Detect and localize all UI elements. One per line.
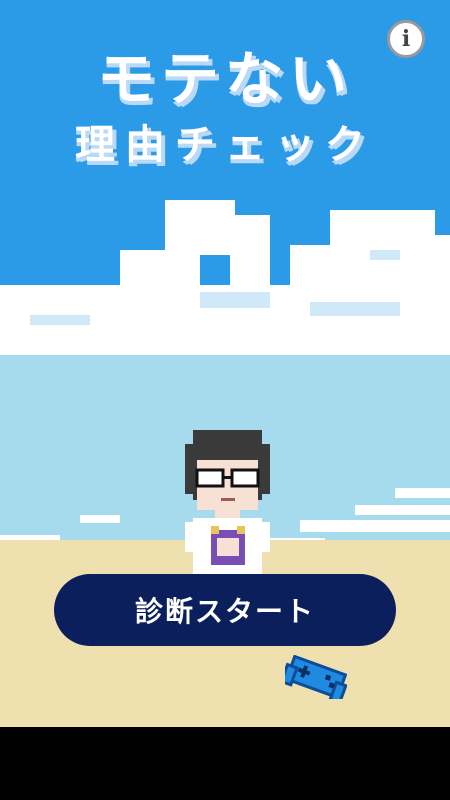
title-line2: 理由チェック [75, 122, 375, 168]
game-controller-icon[interactable] [285, 655, 347, 699]
title-line1: モテない [96, 45, 353, 113]
info-button[interactable]: i [387, 20, 425, 58]
game-screen: モテない 理由チェック i 診断スタート [0, 0, 450, 800]
start-diagnosis-button[interactable]: 診断スタート [54, 574, 396, 646]
pixel-character [185, 430, 270, 575]
info-icon: i [401, 26, 411, 52]
bottom-black-bar [0, 727, 450, 800]
